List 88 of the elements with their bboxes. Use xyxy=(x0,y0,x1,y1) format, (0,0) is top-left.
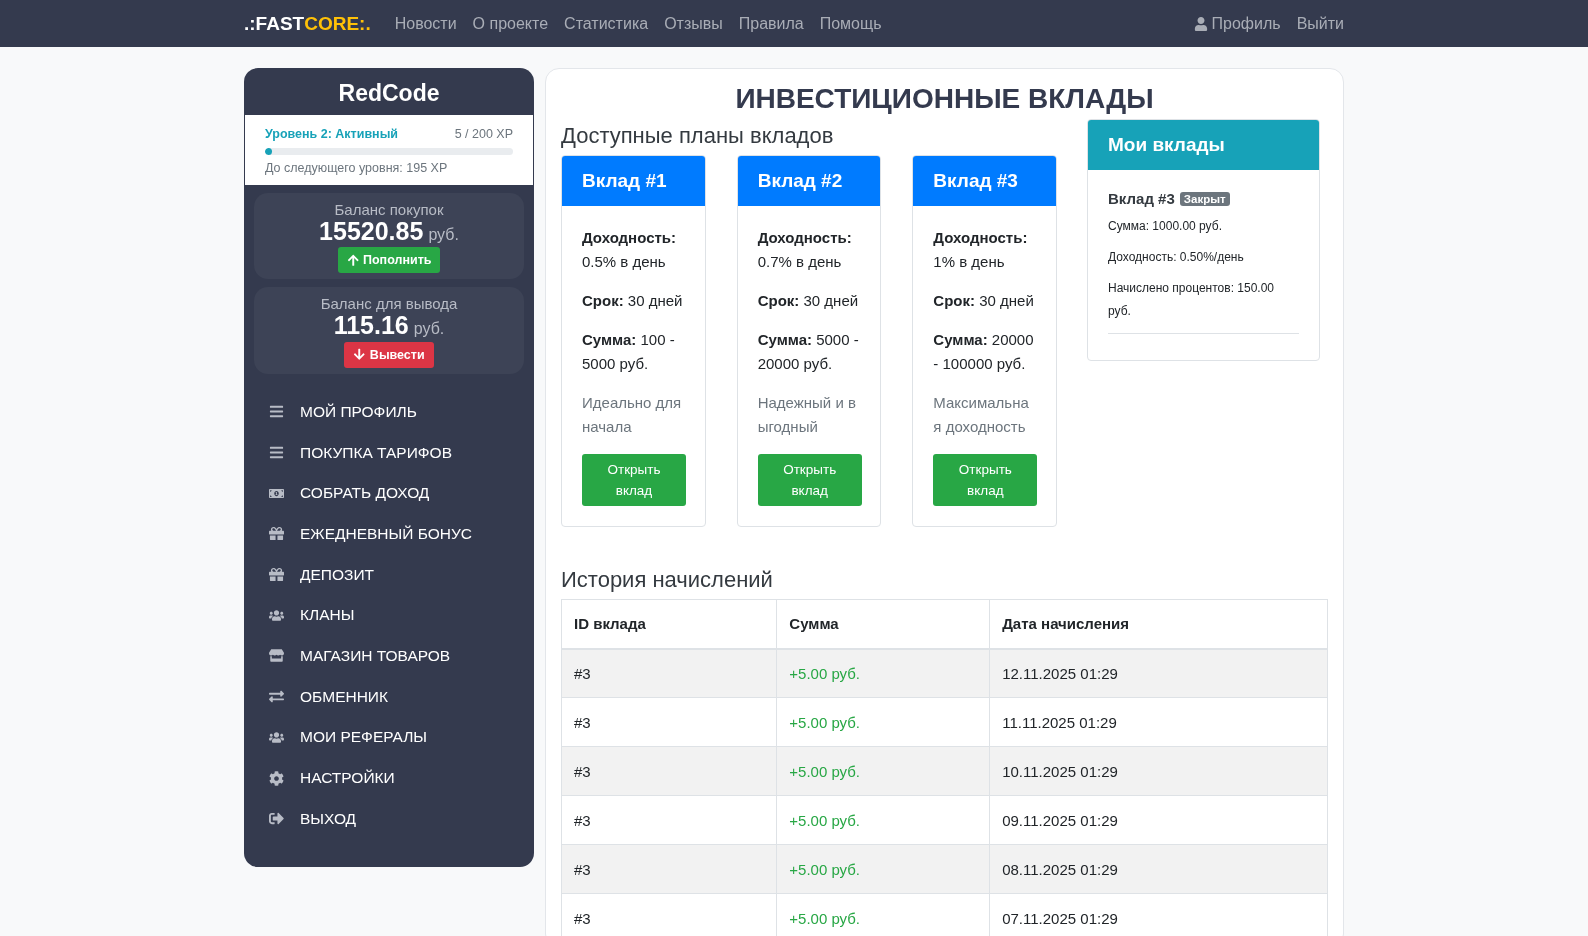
table-cell: 09.11.2025 01:29 xyxy=(989,795,1328,845)
plan-sum: Сумма: 5000 - 20000 руб. xyxy=(757,330,860,374)
nav-link[interactable]: Отзывы xyxy=(664,14,723,33)
username: RedCode xyxy=(337,80,441,107)
table-cell: #3 xyxy=(561,697,777,747)
my-deposits-title: Мои вклады xyxy=(1088,120,1319,170)
plan-yield: Доходность: 0.5% в день xyxy=(582,228,678,272)
sidebar-menu-item[interactable]: СОБРАТЬ ДОХОД xyxy=(244,472,534,514)
table-cell: #3 xyxy=(561,844,777,894)
arrow-down-icon xyxy=(353,348,366,361)
table-cell: #3 xyxy=(561,746,777,796)
table-cell: 07.11.2025 01:29 xyxy=(989,893,1328,936)
table-cell: +5.00 руб. xyxy=(776,893,990,936)
deposit-name: Вклад #3 xyxy=(1108,190,1175,207)
arrow-up-icon xyxy=(346,254,359,267)
next-level-text: До следующего уровня: 195 XP xyxy=(265,161,449,175)
nav-link[interactable]: О проекте xyxy=(472,14,549,33)
sidebar-menu-item[interactable]: КЛАНЫ xyxy=(244,594,534,636)
sidebar-menu-item[interactable]: МОИ РЕФЕРАЛЫ xyxy=(244,717,534,758)
table-cell: +5.00 руб. xyxy=(776,697,990,747)
plan-sum: Сумма: 100 - 5000 руб. xyxy=(582,330,676,374)
table-cell: +5.00 руб. xyxy=(776,746,990,796)
users-icon xyxy=(266,607,286,623)
nav-link[interactable]: Статистика xyxy=(564,14,649,33)
logout-icon xyxy=(266,811,286,827)
table-cell: #3 xyxy=(561,893,777,936)
table-cell: #3 xyxy=(561,648,777,698)
plan-term: Срок: 30 дней xyxy=(933,291,1035,311)
plan-term: Срок: 30 дней xyxy=(582,291,684,311)
plan-description: Максимальная доходность xyxy=(933,393,1030,437)
sidebar-menu-item[interactable]: ЕЖЕДНЕВНЫЙ БОНУС xyxy=(244,513,534,555)
deposit-detail: Начислено процентов: 150.00 руб. xyxy=(1108,280,1275,320)
table-cell: #3 xyxy=(561,795,777,845)
open-deposit-button[interactable]: Открыть вклад xyxy=(933,454,1038,506)
table-cell: +5.00 руб. xyxy=(776,844,990,894)
logout-link[interactable]: Выйти xyxy=(1296,14,1344,33)
plan-sum: Сумма: 20000 - 100000 руб. xyxy=(933,330,1035,374)
open-deposit-button[interactable]: Открыть вклад xyxy=(757,454,862,506)
plan-title: Вклад #3 xyxy=(913,156,1056,206)
users-icon xyxy=(266,729,286,745)
plan-title: Вклад #1 xyxy=(562,156,705,206)
sidebar-menu-item[interactable]: НАСТРОЙКИ xyxy=(244,757,534,799)
plan-yield: Доходность: 1% в день xyxy=(933,228,1029,272)
plan-description: Надежный и выгодный xyxy=(757,393,857,437)
column-header: ID вклада xyxy=(561,599,777,649)
profile-link[interactable]: Профиль xyxy=(1193,14,1281,33)
page-title: ИНВЕСТИЦИОННЫЕ ВКЛАДЫ xyxy=(734,83,1155,115)
table-cell: +5.00 руб. xyxy=(776,795,990,845)
nav-link[interactable]: Новости xyxy=(394,14,457,33)
section-title: Доступные планы вкладов xyxy=(561,123,835,149)
balance-amount: 115.16 руб. xyxy=(332,312,445,339)
sidebar-menu-item[interactable]: ДЕПОЗИТ xyxy=(244,554,534,595)
logo[interactable]: .:FASTCORE:. xyxy=(244,12,371,35)
deposit-detail: Сумма: 1000.00 руб. xyxy=(1108,218,1223,235)
gift-icon xyxy=(266,567,286,583)
deposit-detail: Доходность: 0.50%/день xyxy=(1108,249,1245,266)
open-deposit-button[interactable]: Открыть вклад xyxy=(582,454,686,506)
xp-count: 5 / 200 XP xyxy=(454,127,513,141)
exchange-icon xyxy=(266,689,286,705)
column-header: Дата начисления xyxy=(989,599,1328,649)
sidebar-menu-item[interactable]: МОЙ ПРОФИЛЬ xyxy=(244,391,534,433)
sidebar-menu-item[interactable]: МАГАЗИН ТОВАРОВ xyxy=(244,635,534,677)
status-badge: Закрыт xyxy=(1179,191,1230,206)
withdraw-button[interactable]: Вывести xyxy=(344,341,434,368)
gift-icon xyxy=(266,526,286,542)
table-cell: 11.11.2025 01:29 xyxy=(989,697,1328,747)
nav-link[interactable]: Правила xyxy=(738,14,804,33)
balance-label: Баланс покупок xyxy=(333,201,445,218)
top-up-button[interactable]: Пополнить xyxy=(337,247,441,274)
nav-link[interactable]: Помощь xyxy=(819,14,882,33)
store-icon xyxy=(266,648,286,664)
table-cell: +5.00 руб. xyxy=(776,648,990,698)
table-cell: 12.11.2025 01:29 xyxy=(989,648,1328,698)
plan-description: Идеально для начала xyxy=(582,393,683,437)
user-icon xyxy=(1193,16,1208,31)
level-title: Уровень 2: Активный xyxy=(265,127,399,141)
sidebar-menu-item[interactable]: ВЫХОД xyxy=(244,798,534,840)
sidebar-menu-item[interactable]: ОБМЕННИК xyxy=(244,676,534,717)
plan-yield: Доходность: 0.7% в день xyxy=(757,228,853,272)
balance-label: Баланс для вывода xyxy=(319,295,459,313)
section-title: История начислений xyxy=(561,567,774,593)
table-cell: 08.11.2025 01:29 xyxy=(989,844,1328,894)
column-header: Сумма xyxy=(776,599,990,649)
plan-title: Вклад #2 xyxy=(737,156,881,206)
plan-term: Срок: 30 дней xyxy=(757,291,860,311)
sidebar-menu-item[interactable]: ПОКУПКА ТАРИФОВ xyxy=(244,432,534,473)
balance-amount: 15520.85 руб. xyxy=(318,218,460,245)
table-cell: 10.11.2025 01:29 xyxy=(989,746,1328,796)
